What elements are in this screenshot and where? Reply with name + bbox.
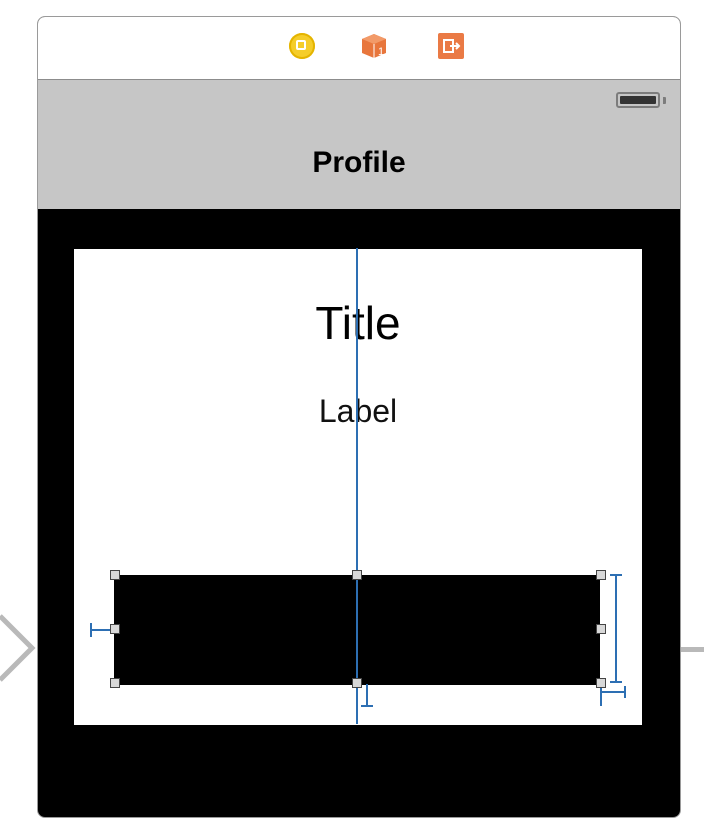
resize-handle-top-left[interactable]: [110, 570, 120, 580]
scene-dock: 1: [38, 17, 680, 80]
center-x-guide: [356, 248, 358, 724]
resize-handle-middle-left[interactable]: [110, 624, 120, 634]
resize-handle-bottom-right[interactable]: [596, 678, 606, 688]
svg-text:1: 1: [378, 46, 384, 58]
resize-handle-bottom-left[interactable]: [110, 678, 120, 688]
navigation-bar: Profile: [38, 80, 680, 209]
content-view[interactable]: Title Label: [74, 249, 642, 725]
resize-handle-bottom-center[interactable]: [352, 678, 362, 688]
battery-icon: [616, 92, 660, 108]
exit-icon[interactable]: [438, 33, 464, 59]
resize-handle-middle-right[interactable]: [596, 624, 606, 634]
title-label[interactable]: Title: [74, 296, 642, 350]
navigation-title: Profile: [312, 146, 406, 179]
subtitle-label[interactable]: Label: [74, 393, 642, 430]
view-controller-icon[interactable]: [289, 33, 315, 59]
resize-handle-top-right[interactable]: [596, 570, 606, 580]
height-constraint-icon: [610, 574, 622, 683]
outgoing-segue-line: [680, 647, 704, 652]
incoming-segue-arrow-icon: [0, 614, 36, 682]
resize-handle-top-center[interactable]: [352, 570, 362, 580]
battery-tip: [663, 97, 666, 104]
first-responder-icon[interactable]: 1: [361, 33, 387, 59]
